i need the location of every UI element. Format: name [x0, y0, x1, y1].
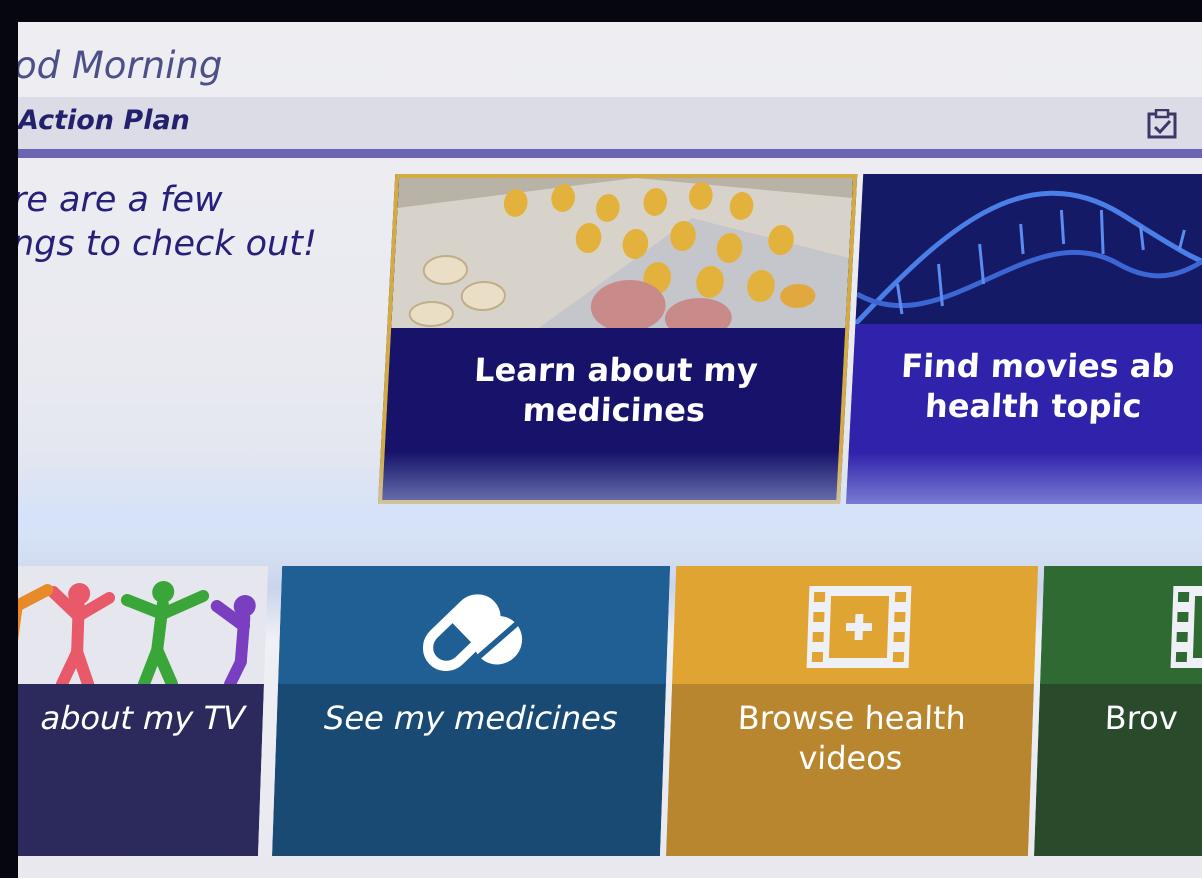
browse-tile-top [1040, 566, 1202, 684]
browse-health-videos-label: Browse health videos [669, 698, 1034, 778]
intro-line-1: re are a few [18, 180, 223, 220]
browse-tile[interactable]: Brov [1034, 566, 1202, 856]
about-my-tv-tile-top [18, 566, 269, 684]
about-my-tv-tile[interactable]: about my TV [18, 566, 269, 856]
learn-about-medicines-card[interactable]: Learn about my medicines [378, 174, 858, 504]
find-movies-line-1: Find movies ab [900, 347, 1176, 385]
greeting-text: od Morning [18, 44, 223, 87]
see-my-medicines-label: See my medicines [323, 699, 619, 737]
learn-about-medicines-line-1: Learn about my [473, 351, 759, 389]
pills-photo [391, 178, 854, 328]
browse-health-videos-line-1: Browse health [737, 699, 967, 737]
see-my-medicines-tile[interactable]: See my medicines [272, 566, 671, 856]
browse-health-videos-tile-top [672, 566, 1039, 684]
clipboard-icon[interactable] [1146, 109, 1180, 139]
dna-helix-photo [855, 174, 1202, 324]
learn-about-medicines-line-2: medicines [521, 391, 707, 429]
browse-health-videos-line-2: videos [797, 739, 904, 777]
action-plan-bar: Action Plan [18, 97, 1202, 158]
learn-about-medicines-label: Learn about my medicines [381, 328, 846, 504]
find-movies-label: Find movies ab health topic [846, 324, 1202, 504]
film-strip-plus-icon [806, 586, 912, 668]
find-movies-line-2: health topic [924, 387, 1143, 425]
capsule-pill-icon [422, 594, 523, 672]
people-holding-hands-icon [18, 581, 256, 684]
see-my-medicines-tile-top [278, 566, 671, 684]
find-movies-card[interactable]: Find movies ab health topic [846, 174, 1202, 504]
browse-label: Brov [1104, 699, 1179, 737]
tv-screen: od Morning Action Plan re are a few ngs … [18, 22, 1202, 878]
action-plan-title: Action Plan [18, 105, 190, 136]
about-my-tv-label: about my TV [39, 699, 246, 737]
intro-message: re are a few ngs to check out! [18, 178, 382, 266]
intro-line-2: ngs to check out! [18, 224, 317, 264]
film-strip-icon [1170, 586, 1202, 668]
browse-health-videos-tile[interactable]: Browse health videos [666, 566, 1039, 856]
